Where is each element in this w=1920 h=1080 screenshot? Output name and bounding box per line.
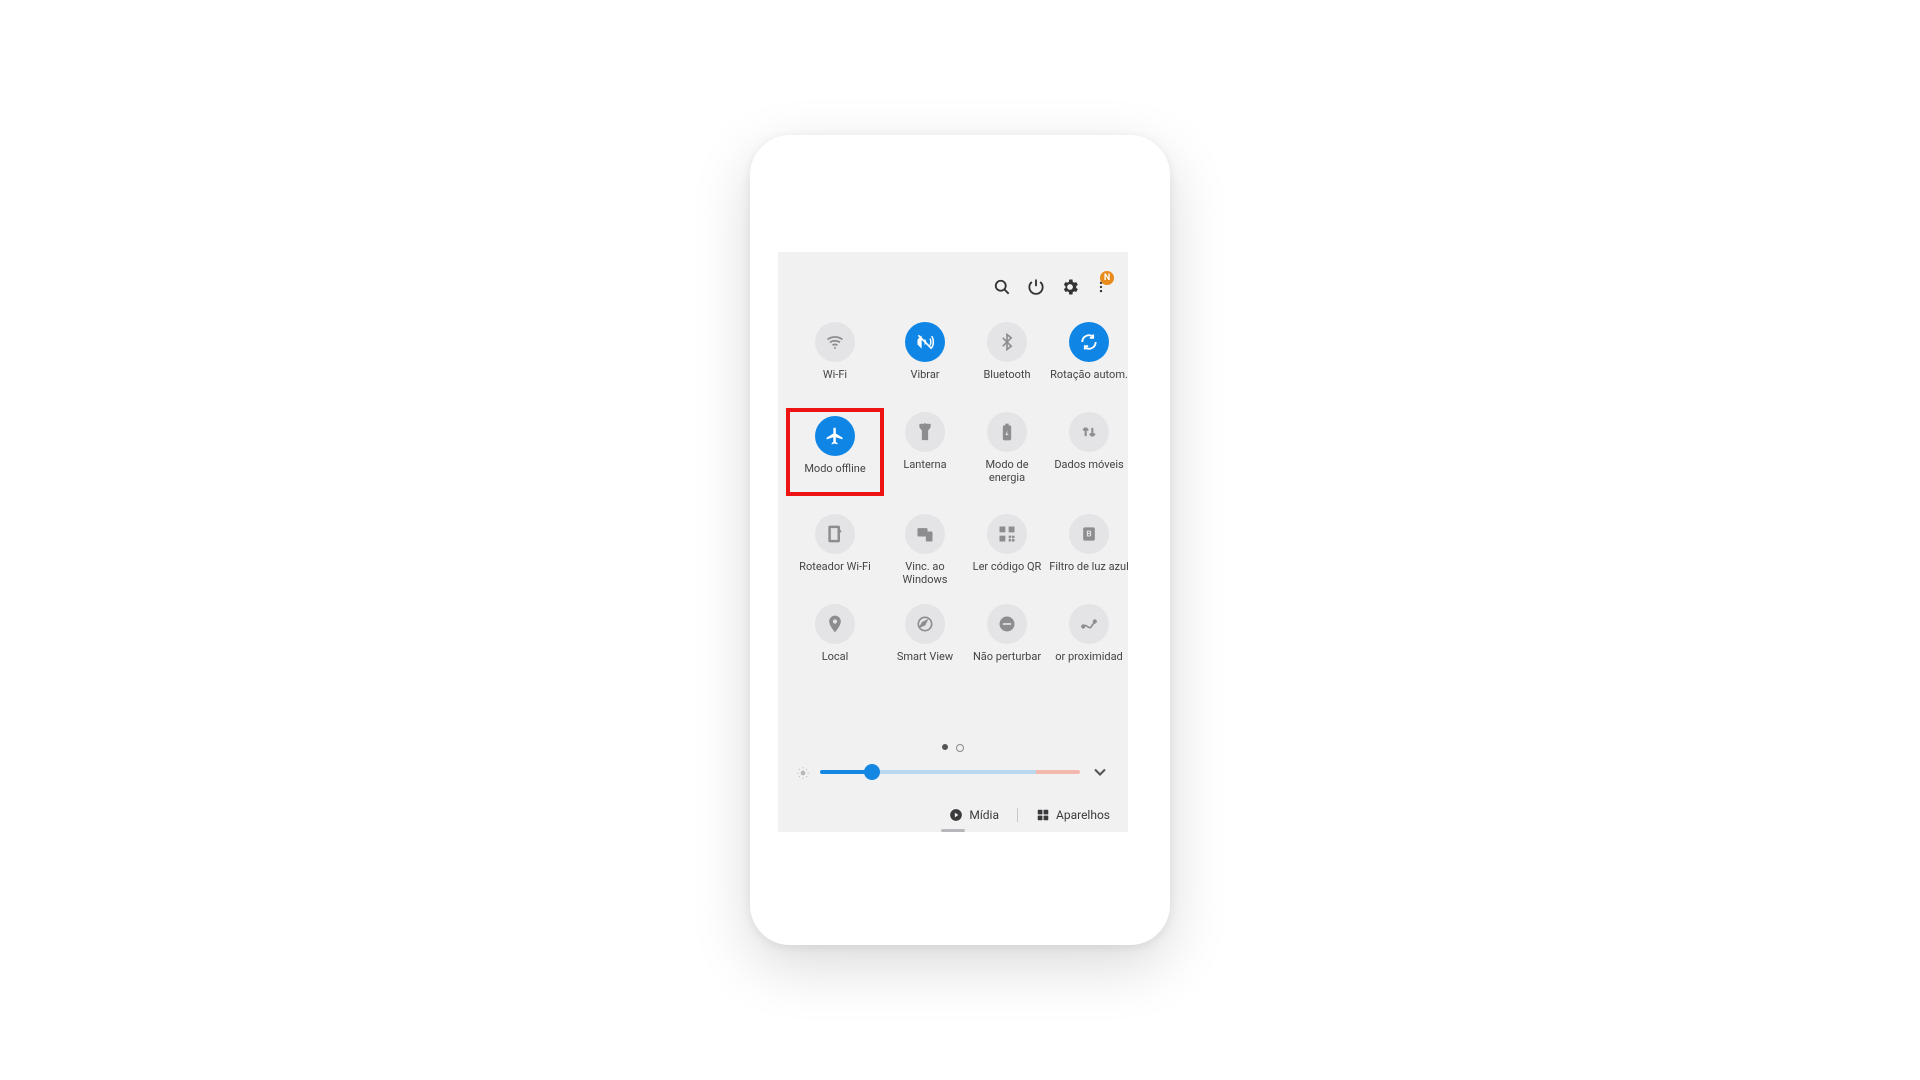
tile-blue-light[interactable]: B Filtro de luz azul bbox=[1048, 514, 1128, 586]
windows-link-icon[interactable] bbox=[905, 514, 945, 554]
gear-icon[interactable] bbox=[1060, 277, 1080, 297]
media-label: Mídia bbox=[969, 808, 999, 822]
brightness-thumb[interactable] bbox=[864, 764, 880, 780]
tile-label: Vinc. ao Windows bbox=[884, 560, 966, 586]
tile-link-windows[interactable]: Vinc. ao Windows bbox=[884, 514, 966, 586]
battery-icon[interactable] bbox=[987, 412, 1027, 452]
flashlight-icon[interactable] bbox=[905, 412, 945, 452]
tile-label: Dados móveis bbox=[1054, 458, 1123, 484]
brightness-row bbox=[796, 760, 1110, 784]
tile-power-save[interactable]: Modo de energia bbox=[966, 412, 1048, 496]
dnd-icon[interactable] bbox=[987, 604, 1027, 644]
tile-dnd[interactable]: Não perturbar bbox=[966, 604, 1048, 676]
airplane-icon[interactable] bbox=[815, 416, 855, 456]
rotate-icon[interactable] bbox=[1069, 322, 1109, 362]
footer-divider bbox=[1017, 808, 1018, 822]
phone-screen: N Wi-Fi Vibrar Bluetooth bbox=[778, 160, 1128, 905]
phone-frame: N Wi-Fi Vibrar Bluetooth bbox=[750, 135, 1170, 945]
tile-label: Lanterna bbox=[903, 458, 946, 484]
tile-label: Não perturbar bbox=[973, 650, 1041, 676]
drag-handle[interactable] bbox=[941, 829, 965, 832]
tiles-grid: Wi-Fi Vibrar Bluetooth Rotação autom. bbox=[786, 322, 1120, 676]
page-dot-active bbox=[942, 744, 948, 750]
search-icon[interactable] bbox=[992, 277, 1012, 297]
tile-label: Roteador Wi-Fi bbox=[799, 560, 871, 586]
data-icon[interactable] bbox=[1069, 412, 1109, 452]
tile-nearby[interactable]: or proximidad bbox=[1048, 604, 1128, 676]
grid-icon bbox=[1036, 808, 1050, 822]
tile-flashlight[interactable]: Lanterna bbox=[884, 412, 966, 496]
tile-qr[interactable]: Ler código QR bbox=[966, 514, 1048, 586]
page-indicator bbox=[778, 744, 1128, 752]
vibrate-icon[interactable] bbox=[905, 322, 945, 362]
tile-rotation[interactable]: Rotação autom. bbox=[1048, 322, 1128, 394]
brightness-icon bbox=[796, 765, 810, 779]
tile-label: Modo offline bbox=[804, 462, 865, 488]
hotspot-icon[interactable] bbox=[815, 514, 855, 554]
stage: N Wi-Fi Vibrar Bluetooth bbox=[0, 0, 1920, 1080]
bluetooth-icon[interactable] bbox=[987, 322, 1027, 362]
location-icon[interactable] bbox=[815, 604, 855, 644]
smart-view-icon[interactable] bbox=[905, 604, 945, 644]
brightness-slider[interactable] bbox=[820, 770, 1080, 774]
blue-light-icon[interactable]: B bbox=[1069, 514, 1109, 554]
power-icon[interactable] bbox=[1026, 277, 1046, 297]
tile-label: Wi-Fi bbox=[823, 368, 847, 394]
devices-button[interactable]: Aparelhos bbox=[1036, 808, 1110, 822]
quick-settings-panel: N Wi-Fi Vibrar Bluetooth bbox=[778, 252, 1128, 832]
tile-label: Local bbox=[822, 650, 849, 676]
page-dot[interactable] bbox=[956, 744, 964, 752]
tile-wifi[interactable]: Wi-Fi bbox=[794, 322, 876, 394]
tile-mobile-data[interactable]: Dados móveis bbox=[1048, 412, 1128, 496]
svg-text:B: B bbox=[1086, 530, 1091, 540]
tile-hotspot[interactable]: Roteador Wi-Fi bbox=[794, 514, 876, 586]
chevron-down-icon[interactable] bbox=[1090, 762, 1110, 782]
nearby-icon[interactable] bbox=[1069, 604, 1109, 644]
qr-icon[interactable] bbox=[987, 514, 1027, 554]
panel-footer: Mídia Aparelhos bbox=[949, 808, 1110, 822]
tile-smart-view[interactable]: Smart View bbox=[884, 604, 966, 676]
tile-label: or proximidad bbox=[1055, 650, 1123, 676]
devices-label: Aparelhos bbox=[1056, 808, 1110, 822]
tile-vibrate[interactable]: Vibrar bbox=[884, 322, 966, 394]
tile-label: Vibrar bbox=[910, 368, 939, 394]
more-icon[interactable]: N bbox=[1094, 277, 1108, 297]
play-icon bbox=[949, 808, 963, 822]
tile-label: Filtro de luz azul bbox=[1049, 560, 1128, 586]
tile-label: Rotação autom. bbox=[1050, 368, 1128, 394]
tile-bluetooth[interactable]: Bluetooth bbox=[966, 322, 1048, 394]
wifi-icon[interactable] bbox=[815, 322, 855, 362]
tile-label: Modo de energia bbox=[966, 458, 1048, 484]
tile-label: Smart View bbox=[897, 650, 953, 676]
tile-label: Ler código QR bbox=[973, 560, 1042, 586]
tile-location[interactable]: Local bbox=[794, 604, 876, 676]
notification-badge: N bbox=[1100, 271, 1114, 285]
tile-airplane[interactable]: Modo offline bbox=[786, 408, 884, 496]
media-button[interactable]: Mídia bbox=[949, 808, 999, 822]
tile-label: Bluetooth bbox=[983, 368, 1030, 394]
panel-action-row: N bbox=[992, 272, 1108, 302]
